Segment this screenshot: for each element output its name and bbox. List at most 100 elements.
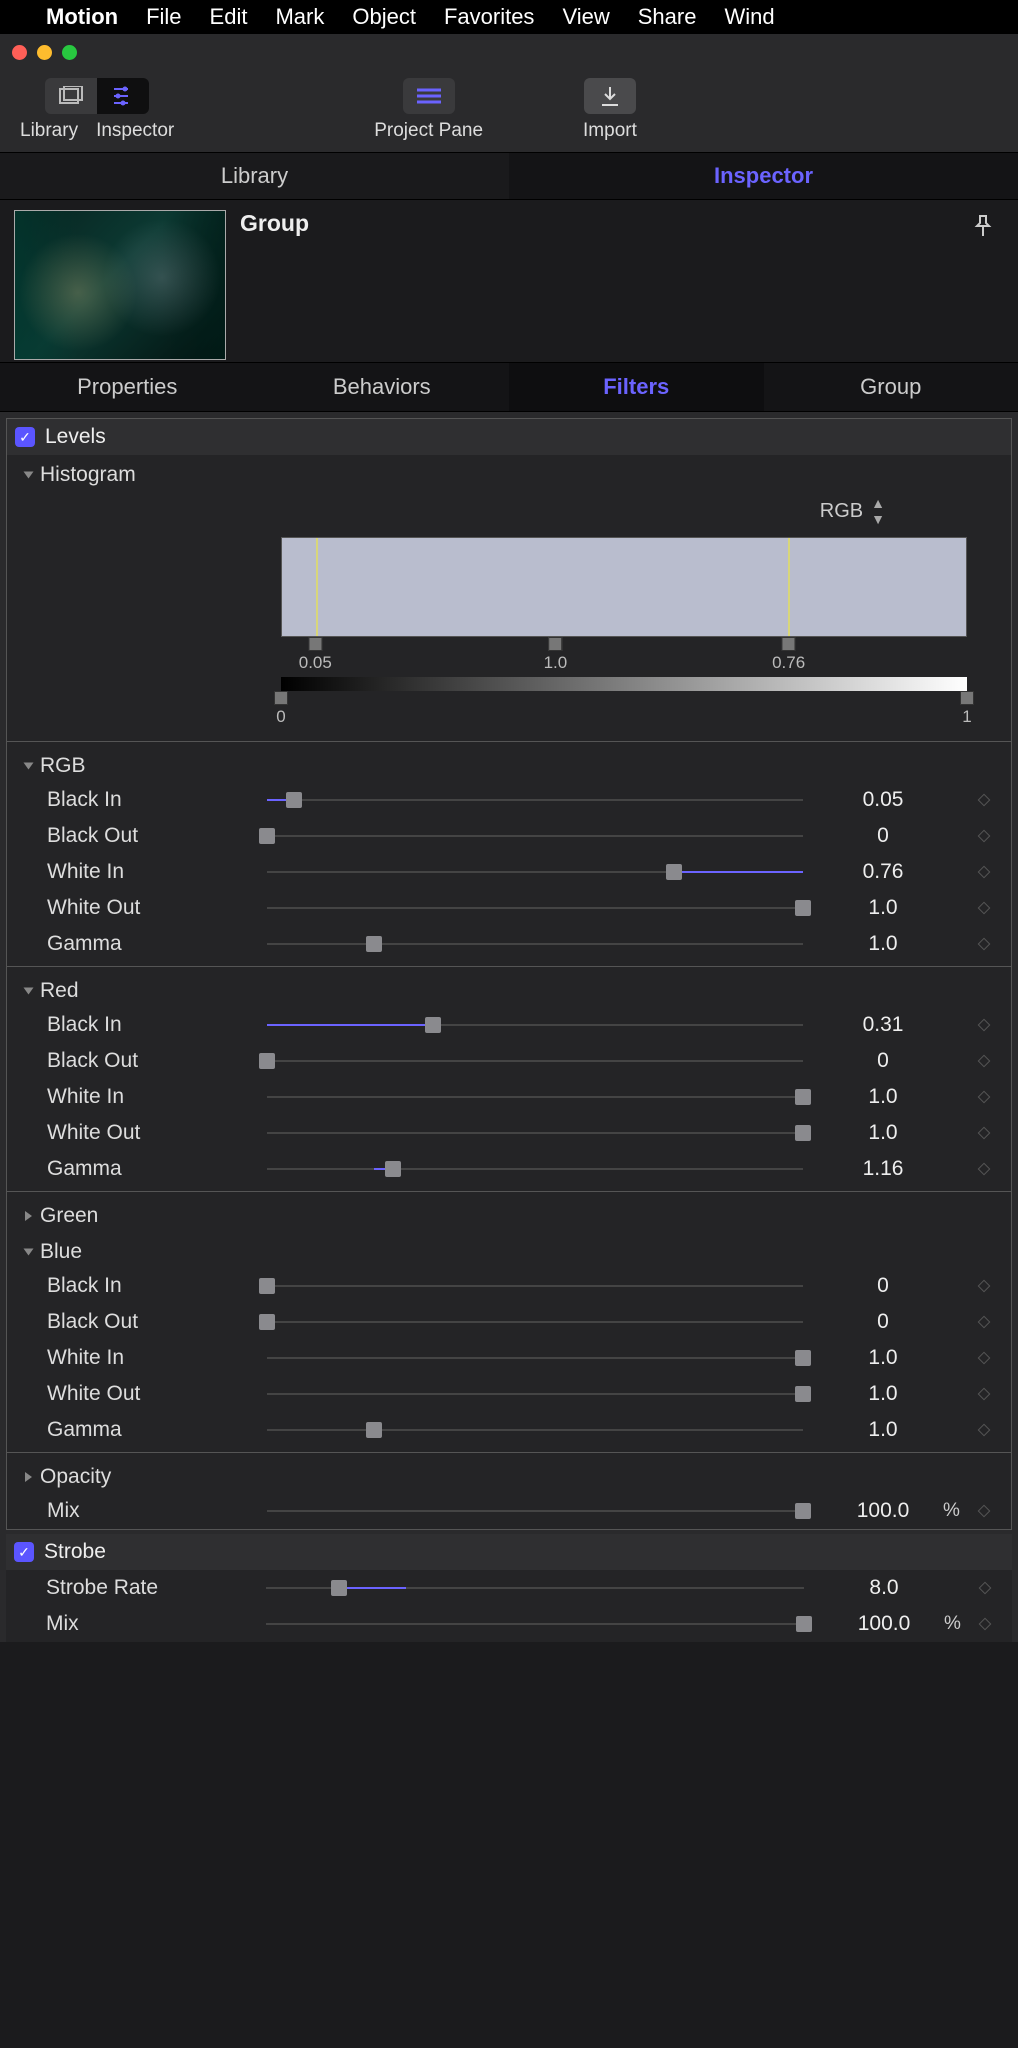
param-value[interactable]: 1.0: [823, 1085, 943, 1109]
param-slider[interactable]: [267, 1015, 803, 1035]
menu-edit[interactable]: Edit: [210, 4, 248, 30]
disclosure-icon[interactable]: [24, 1249, 34, 1256]
param-value[interactable]: 100.0: [823, 1499, 943, 1523]
param-slider[interactable]: [267, 1420, 803, 1440]
macos-menubar: Motion File Edit Mark Object Favorites V…: [0, 0, 1018, 34]
import-button[interactable]: [584, 78, 636, 114]
param-value[interactable]: 0.31: [823, 1013, 943, 1037]
subtab-behaviors[interactable]: Behaviors: [255, 363, 510, 411]
keyframe-icon[interactable]: [971, 937, 997, 951]
param-slider[interactable]: [266, 1614, 804, 1634]
param-row: Black Out0: [7, 1043, 1011, 1079]
disclosure-icon[interactable]: [24, 763, 34, 770]
keyframe-icon[interactable]: [971, 793, 997, 807]
param-value[interactable]: 100.0: [824, 1612, 944, 1636]
param-slider[interactable]: [267, 862, 803, 882]
param-label: Black Out: [47, 824, 267, 848]
param-slider[interactable]: [267, 1087, 803, 1107]
disclosure-icon[interactable]: [25, 1211, 32, 1221]
param-value[interactable]: 1.0: [823, 1346, 943, 1370]
param-slider[interactable]: [267, 1348, 803, 1368]
histogram-output-handles[interactable]: 0 1: [281, 691, 967, 725]
param-value[interactable]: 1.16: [823, 1157, 943, 1181]
subtab-group[interactable]: Group: [764, 363, 1018, 411]
filter-strobe-enable-checkbox[interactable]: ✓: [14, 1542, 34, 1562]
param-row: White In1.0: [7, 1340, 1011, 1376]
param-slider[interactable]: [266, 1578, 804, 1598]
disclosure-icon[interactable]: [24, 472, 34, 479]
group-label: Opacity: [40, 1465, 111, 1489]
param-value[interactable]: 0: [823, 1049, 943, 1073]
param-slider[interactable]: [267, 1123, 803, 1143]
param-value[interactable]: 8.0: [824, 1576, 944, 1600]
param-value[interactable]: 1.0: [823, 932, 943, 956]
app-menu[interactable]: Motion: [46, 4, 118, 30]
histogram-block: RGB ▲▼ 0.05 1.0 0.76 0 1: [7, 491, 1011, 737]
project-pane-button[interactable]: [403, 78, 455, 114]
keyframe-icon[interactable]: [971, 1387, 997, 1401]
keyframe-icon[interactable]: [972, 1581, 998, 1595]
filter-levels-enable-checkbox[interactable]: ✓: [15, 427, 35, 447]
tab-inspector[interactable]: Inspector: [509, 153, 1018, 199]
keyframe-icon[interactable]: [971, 1162, 997, 1176]
param-slider[interactable]: [267, 1276, 803, 1296]
keyframe-icon[interactable]: [971, 1126, 997, 1140]
param-value[interactable]: 0: [823, 1274, 943, 1298]
param-slider[interactable]: [267, 1384, 803, 1404]
param-slider[interactable]: [267, 826, 803, 846]
param-value[interactable]: 0: [823, 1310, 943, 1334]
group-label: Green: [40, 1204, 98, 1228]
param-slider[interactable]: [267, 898, 803, 918]
menu-favorites[interactable]: Favorites: [444, 4, 534, 30]
library-toggle-button[interactable]: [45, 78, 97, 114]
stepper-icon[interactable]: ▲▼: [871, 495, 883, 527]
menu-object[interactable]: Object: [352, 4, 416, 30]
keyframe-icon[interactable]: [971, 1351, 997, 1365]
keyframe-icon[interactable]: [971, 1315, 997, 1329]
menu-mark[interactable]: Mark: [275, 4, 324, 30]
keyframe-icon[interactable]: [971, 1279, 997, 1293]
disclosure-icon[interactable]: [25, 1472, 32, 1482]
disclosure-icon[interactable]: [24, 988, 34, 995]
menu-file[interactable]: File: [146, 4, 181, 30]
keyframe-icon[interactable]: [971, 829, 997, 843]
keyframe-icon[interactable]: [971, 1054, 997, 1068]
param-slider[interactable]: [267, 1051, 803, 1071]
keyframe-icon[interactable]: [971, 1423, 997, 1437]
keyframe-icon[interactable]: [971, 1018, 997, 1032]
param-slider[interactable]: [267, 1159, 803, 1179]
window-close-icon[interactable]: [12, 45, 27, 60]
param-slider[interactable]: [267, 934, 803, 954]
keyframe-icon[interactable]: [971, 1504, 997, 1518]
pin-button[interactable]: [962, 210, 1004, 360]
param-label: Black Out: [47, 1310, 267, 1334]
subtab-filters[interactable]: Filters: [509, 363, 764, 411]
window-minimize-icon[interactable]: [37, 45, 52, 60]
menu-view[interactable]: View: [562, 4, 609, 30]
param-value[interactable]: 0.76: [823, 860, 943, 884]
param-slider[interactable]: [267, 1312, 803, 1332]
window-zoom-icon[interactable]: [62, 45, 77, 60]
param-slider[interactable]: [267, 1501, 803, 1521]
menu-window[interactable]: Wind: [724, 4, 774, 30]
param-value[interactable]: 0: [823, 824, 943, 848]
filter-levels-title: Levels: [45, 425, 106, 449]
param-value[interactable]: 1.0: [823, 896, 943, 920]
keyframe-icon[interactable]: [971, 865, 997, 879]
histogram-channel-select[interactable]: RGB: [820, 500, 863, 523]
keyframe-icon[interactable]: [971, 901, 997, 915]
param-value[interactable]: 1.0: [823, 1382, 943, 1406]
inspector-toggle-button[interactable]: [97, 78, 149, 114]
group-label: Blue: [40, 1240, 82, 1264]
menu-share[interactable]: Share: [638, 4, 697, 30]
keyframe-icon[interactable]: [972, 1617, 998, 1631]
tab-library[interactable]: Library: [0, 153, 509, 199]
param-slider[interactable]: [267, 790, 803, 810]
param-value[interactable]: 1.0: [823, 1121, 943, 1145]
subtab-properties[interactable]: Properties: [0, 363, 255, 411]
param-value[interactable]: 1.0: [823, 1418, 943, 1442]
param-value[interactable]: 0.05: [823, 788, 943, 812]
histogram-input-handles[interactable]: 0.05 1.0 0.76: [281, 637, 967, 677]
keyframe-icon[interactable]: [971, 1090, 997, 1104]
param-row: Black Out 0: [7, 1304, 1011, 1340]
